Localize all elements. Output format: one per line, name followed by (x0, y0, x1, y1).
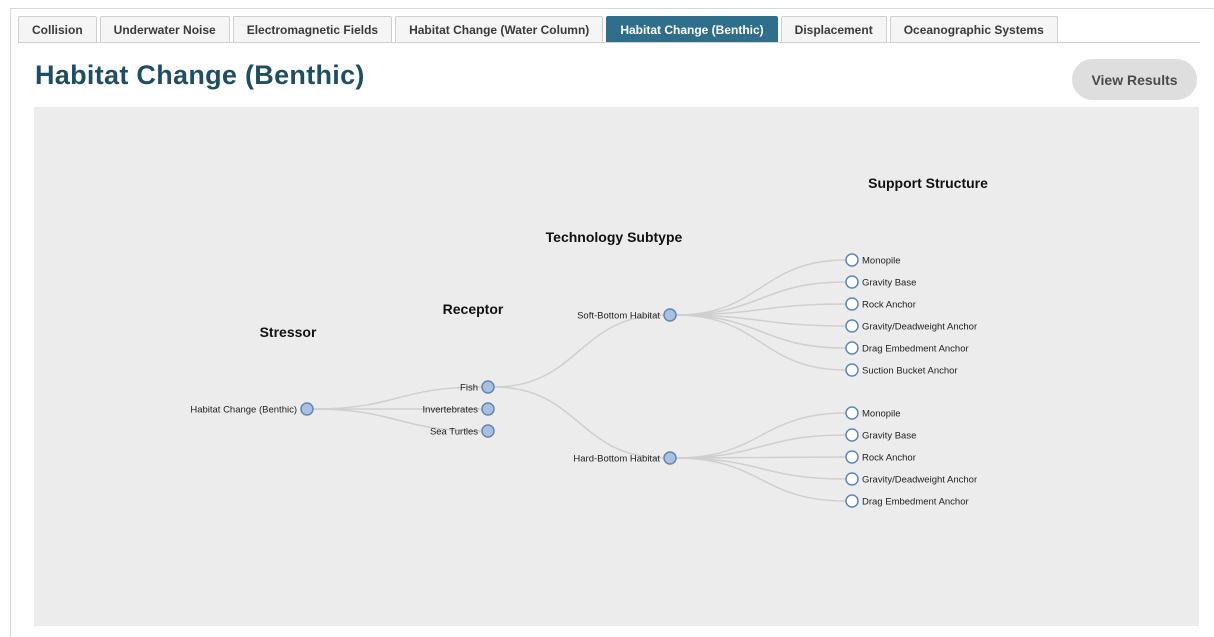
tab-habitat-change-water-column[interactable]: Habitat Change (Water Column) (395, 16, 604, 43)
subtype-label-soft-bottom-habitat: Soft-Bottom Habitat (577, 311, 660, 322)
structure-label-rock-anchor: Rock Anchor (862, 453, 916, 464)
stressor-node[interactable] (300, 402, 314, 416)
structure-node-suction-bucket-anchor[interactable] (845, 363, 859, 377)
structure-label-drag-embedment-anchor: Drag Embedment Anchor (862, 344, 969, 355)
link-receptor-to-hard-bottom-habitat (493, 386, 665, 459)
structure-node-rock-anchor[interactable] (845, 450, 859, 464)
link-soft-bottom-habitat-to-suction-bucket-anchor (675, 314, 847, 371)
receptor-column-header: Receptor (443, 301, 504, 317)
structure-label-monopile: Monopile (862, 256, 901, 267)
receptor-label-sea-turtles: Sea Turtles (430, 427, 478, 438)
link-hard-bottom-habitat-to-drag-embedment-anchor (675, 457, 847, 502)
structure-label-drag-embedment-anchor: Drag Embedment Anchor (862, 497, 969, 508)
tree-panel: Monopile Gravity Base Rock Anchor Gravity/D… (34, 107, 1199, 626)
structure-node-gravity-base[interactable] (845, 275, 859, 289)
tab-electromagnetic-fields[interactable]: Electromagnetic Fields (232, 16, 393, 43)
link-soft-bottom-habitat-to-monopile (675, 259, 847, 316)
link-receptor-to-soft-bottom-habitat (493, 314, 665, 388)
tree-links (312, 259, 847, 502)
structure-label-gravity-deadweight-anchor: Gravity/Deadweight Anchor (862, 322, 977, 333)
tab-underwater-noise[interactable]: Underwater Noise (99, 16, 230, 43)
technology-subtype-column-header: Technology Subtype (546, 229, 683, 245)
receptor-node-invertebrates[interactable] (481, 402, 495, 416)
tab-oceanographic-systems[interactable]: Oceanographic Systems (889, 16, 1058, 43)
structure-node-gravity-base[interactable] (845, 428, 859, 442)
structure-label-suction-bucket-anchor: Suction Bucket Anchor (862, 366, 958, 377)
structure-label-gravity-base: Gravity Base (862, 278, 916, 289)
link-hard-bottom-habitat-to-gravity-deadweight-anchor (675, 457, 847, 480)
tab-collision[interactable]: Collision (18, 16, 97, 43)
structure-node-drag-embedment-anchor[interactable] (845, 341, 859, 355)
support-structure-column-header: Support Structure (868, 175, 988, 191)
structure-node-gravity-deadweight-anchor[interactable] (845, 472, 859, 486)
stressor-label: Habitat Change (Benthic) (190, 405, 297, 416)
structure-node-monopile[interactable] (845, 253, 859, 267)
decision-tree: Monopile Gravity Base Rock Anchor Gravity/D… (190, 175, 988, 508)
structure-label-rock-anchor: Rock Anchor (862, 300, 916, 311)
tab-habitat-change-benthic[interactable]: Habitat Change (Benthic) (606, 16, 778, 43)
stressor-column-header: Stressor (260, 324, 317, 340)
receptor-label-fish: Fish (460, 383, 478, 394)
tab-displacement[interactable]: Displacement (780, 16, 887, 43)
view-results-button[interactable]: View Results (1072, 59, 1197, 100)
structure-label-gravity-deadweight-anchor: Gravity/Deadweight Anchor (862, 475, 977, 486)
link-hard-bottom-habitat-to-gravity-base (675, 434, 847, 459)
structure-node-drag-embedment-anchor[interactable] (845, 494, 859, 508)
subtype-label-hard-bottom-habitat: Hard-Bottom Habitat (573, 454, 660, 465)
receptor-node-fish[interactable] (481, 380, 495, 394)
page-title: Habitat Change (Benthic) (35, 60, 365, 90)
tree-nodes: Monopile Gravity Base Rock Anchor Gravity/D… (190, 253, 977, 508)
structure-node-rock-anchor[interactable] (845, 297, 859, 311)
subtype-node-soft-bottom-habitat[interactable] (663, 308, 677, 322)
structure-node-gravity-deadweight-anchor[interactable] (845, 319, 859, 333)
structure-label-gravity-base: Gravity Base (862, 431, 916, 442)
structure-label-monopile: Monopile (862, 409, 901, 420)
structure-node-monopile[interactable] (845, 406, 859, 420)
link-hard-bottom-habitat-to-rock-anchor (675, 456, 847, 459)
stressor-tabs: Collision Underwater Noise Electromagnet… (18, 16, 1061, 43)
subtype-node-hard-bottom-habitat[interactable] (663, 451, 677, 465)
receptor-label-invertebrates: Invertebrates (423, 405, 479, 416)
tabs-divider (18, 42, 1200, 43)
receptor-node-sea-turtles[interactable] (481, 424, 495, 438)
